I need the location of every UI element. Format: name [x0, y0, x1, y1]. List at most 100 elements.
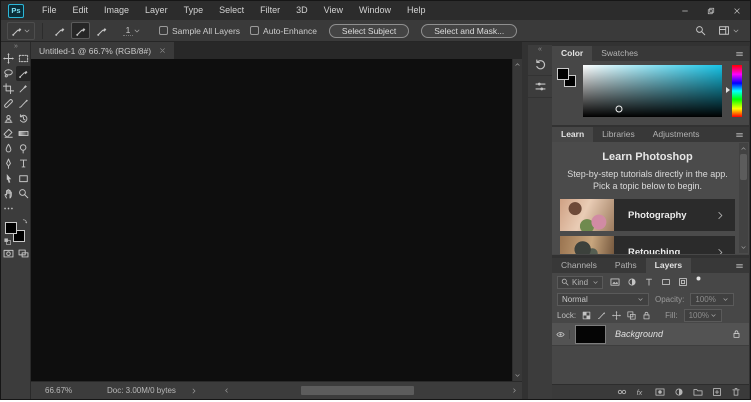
layer-visibility-toggle[interactable] [552, 329, 570, 339]
hue-slider[interactable] [732, 65, 742, 117]
menu-filter[interactable]: Filter [252, 1, 288, 20]
menu-edit[interactable]: Edit [65, 1, 97, 20]
saturation-brightness-field[interactable] [583, 65, 722, 117]
scroll-right-icon[interactable] [511, 387, 518, 394]
add-layer-mask-icon[interactable] [655, 387, 665, 397]
menu-view[interactable]: View [316, 1, 351, 20]
document-tab[interactable]: Untitled-1 @ 66.7% (RGB/8#) [31, 42, 175, 59]
rectangular-marquee-tool[interactable] [16, 51, 31, 66]
eyedropper-tool[interactable] [16, 81, 31, 96]
quick-mask-button[interactable] [3, 248, 14, 259]
new-selection-mode-button[interactable] [50, 22, 69, 39]
restore-button[interactable] [698, 1, 724, 20]
pixel-filter-icon[interactable] [610, 277, 620, 287]
scroll-left-icon[interactable] [223, 387, 230, 394]
menu-image[interactable]: Image [96, 1, 137, 20]
pen-tool[interactable] [1, 156, 16, 171]
tool-preset-dropdown[interactable] [7, 21, 35, 40]
subtract-from-selection-mode-button[interactable] [92, 22, 111, 39]
scroll-down-icon[interactable] [740, 244, 747, 251]
lock-all-icon[interactable] [642, 311, 651, 320]
menu-window[interactable]: Window [351, 1, 399, 20]
close-button[interactable] [724, 1, 750, 20]
shape-filter-icon[interactable] [661, 277, 671, 287]
rectangle-tool[interactable] [16, 171, 31, 186]
zoom-level-field[interactable]: 66.67% [45, 386, 79, 395]
workspace-switcher[interactable] [718, 25, 740, 36]
canvas[interactable] [31, 59, 512, 381]
add-to-selection-mode-button[interactable] [71, 22, 90, 39]
properties-panel-button[interactable] [528, 76, 552, 98]
lock-image-pixels-icon[interactable] [597, 311, 606, 320]
screen-mode-button[interactable] [18, 248, 29, 259]
tab-layers-paths[interactable]: Paths [606, 258, 646, 273]
edit-toolbar-tool[interactable] [1, 201, 16, 216]
new-layer-icon[interactable] [712, 387, 722, 397]
color-panel-swatches[interactable] [557, 68, 579, 90]
new-group-icon[interactable] [693, 387, 703, 397]
foreground-color-swatch[interactable] [557, 68, 569, 80]
search-icon[interactable] [695, 25, 706, 36]
foreground-color-swatch[interactable] [4, 222, 17, 234]
learn-topic-retouching[interactable]: Retouching [560, 236, 735, 254]
auto-enhance-checkbox[interactable] [250, 26, 260, 35]
brush-tool[interactable] [16, 96, 31, 111]
path-selection-tool[interactable] [1, 171, 16, 186]
delete-layer-icon[interactable] [731, 387, 741, 397]
move-tool[interactable] [1, 51, 16, 66]
menu-select[interactable]: Select [211, 1, 252, 20]
vertical-scrollbar[interactable] [512, 59, 522, 381]
lasso-tool[interactable] [1, 66, 16, 81]
default-colors-icon[interactable] [3, 238, 11, 245]
tab-layers-layers[interactable]: Layers [645, 258, 692, 273]
select-subject-button[interactable]: Select Subject [328, 23, 410, 38]
layer-row-background[interactable]: Background [552, 323, 749, 346]
lock-position-icon[interactable] [612, 310, 622, 320]
blend-mode-dropdown[interactable]: Normal [557, 292, 649, 306]
filter-kind-dropdown[interactable]: Kind [557, 275, 603, 289]
close-tab-icon[interactable] [159, 47, 166, 54]
type-filter-icon[interactable] [644, 277, 654, 287]
lock-artboard-icon[interactable] [627, 310, 636, 320]
scrollbar-track[interactable] [233, 386, 508, 395]
lock-transparent-pixels-icon[interactable] [582, 311, 591, 320]
opacity-dropdown[interactable]: 100% [690, 292, 735, 306]
brush-size-dropdown[interactable]: 1 [123, 25, 141, 36]
learn-topic-photography[interactable]: Photography [560, 199, 735, 232]
menu-file[interactable]: File [34, 1, 65, 20]
type-tool[interactable] [16, 156, 31, 171]
scroll-up-icon[interactable] [514, 61, 521, 68]
gradient-tool[interactable] [16, 126, 31, 141]
clone-stamp-tool[interactable] [1, 111, 16, 126]
status-expand-icon[interactable] [190, 387, 198, 395]
layer-thumbnail[interactable] [575, 324, 606, 344]
tab-learn-learn[interactable]: Learn [552, 127, 594, 142]
fill-dropdown[interactable]: 100% [683, 308, 722, 322]
eraser-tool[interactable] [1, 126, 16, 141]
filter-toggle-icon[interactable] [695, 275, 702, 282]
scroll-up-icon[interactable] [740, 145, 747, 152]
history-panel-button[interactable] [528, 54, 552, 76]
scroll-down-icon[interactable] [514, 372, 521, 379]
menu-help[interactable]: Help [399, 1, 434, 20]
menu-layer[interactable]: Layer [137, 1, 176, 20]
minimize-button[interactable] [672, 1, 698, 20]
tab-color-swatches[interactable]: Swatches [592, 46, 647, 61]
history-brush-tool[interactable] [16, 111, 31, 126]
panel-menu-icon[interactable] [735, 262, 744, 270]
quick-selection-tool[interactable] [15, 66, 31, 81]
toolbar-collapse-icon[interactable]: » [1, 42, 30, 51]
layer-effects-icon[interactable]: fx [636, 387, 646, 397]
tab-learn-libraries[interactable]: Libraries [593, 127, 644, 142]
color-picker-handle[interactable] [615, 105, 623, 113]
tab-learn-adjustments[interactable]: Adjustments [644, 127, 709, 142]
zoom-tool[interactable] [16, 186, 31, 201]
crop-tool[interactable] [1, 81, 16, 96]
expand-panels-icon[interactable]: « [528, 45, 552, 54]
scrollbar-thumb[interactable] [740, 154, 747, 180]
color-swatches-control[interactable] [3, 219, 27, 245]
spot-healing-brush-tool[interactable] [1, 96, 16, 111]
tab-layers-channels[interactable]: Channels [552, 258, 606, 273]
link-layers-icon[interactable] [617, 387, 627, 397]
panel-menu-icon[interactable] [735, 131, 744, 139]
